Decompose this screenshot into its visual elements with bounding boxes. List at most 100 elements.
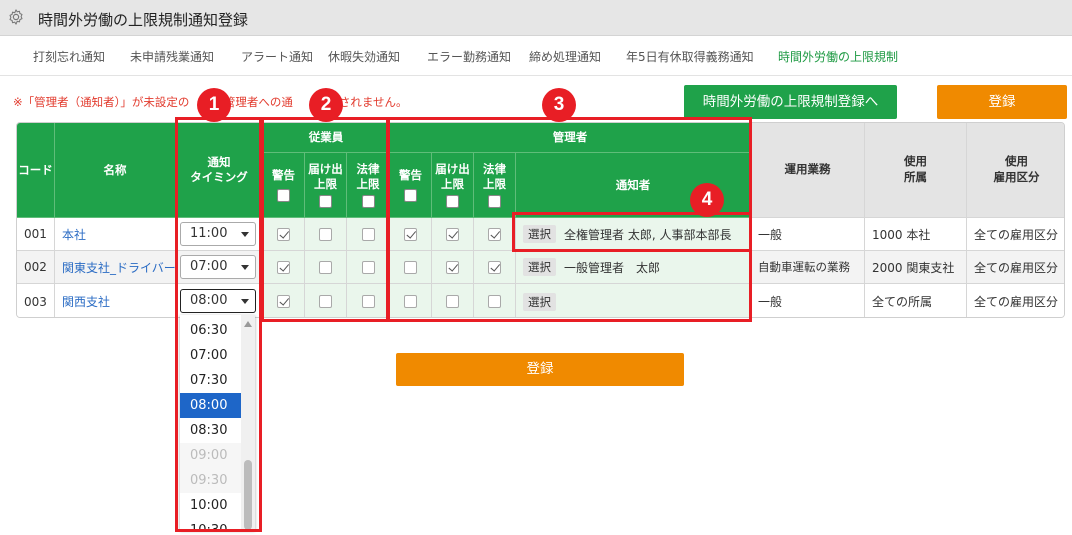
annotation-badge-2: 2: [309, 88, 343, 122]
row3-emp-legal-checkbox[interactable]: [361, 295, 375, 308]
tab-error-attendance[interactable]: エラー勤務通知: [427, 48, 511, 65]
select-all-mgr-legal-checkbox[interactable]: [488, 194, 501, 208]
row2-mgr-notify-checkbox[interactable]: [446, 260, 459, 274]
row1-mgr-notify-checkbox[interactable]: [446, 227, 459, 241]
row3-emp-warning-checkbox[interactable]: [277, 295, 290, 308]
header-name: 名称: [55, 123, 176, 218]
dropdown-option[interactable]: 08:30: [180, 418, 241, 443]
tab-leave-expiry[interactable]: 休暇失効通知: [328, 48, 400, 65]
select-all-emp-notify-checkbox[interactable]: [319, 194, 332, 208]
tab-five-day-leave[interactable]: 年5日有休取得義務通知: [626, 48, 754, 65]
row3-name-cell: 関西支社: [55, 284, 176, 317]
dropdown-option[interactable]: 10:30: [180, 518, 241, 530]
dropdown-option[interactable]: 10:00: [180, 493, 241, 518]
row1-emp-warning-checkbox[interactable]: [277, 227, 290, 241]
header-mgr-warning-label: 警告: [399, 167, 422, 182]
settings-table: コード 名称 通知 タイミング 従業員 管理者 運用業務 使用 所属 使用 雇用…: [16, 122, 1065, 318]
header-emp-legal-label: 法律 上限: [356, 162, 380, 191]
header-emp-warning: 警告: [263, 153, 305, 218]
row1-code: 001: [17, 218, 55, 251]
row1-mgr-legal-checkbox[interactable]: [488, 227, 501, 241]
row1-name-link[interactable]: 本社: [62, 226, 86, 243]
row2-timing-select[interactable]: 07:00: [180, 255, 256, 279]
row3-timing-select[interactable]: 08:00: [180, 289, 256, 313]
dropdown-scrollbar[interactable]: [241, 315, 255, 530]
row1-org: 1000 本社: [865, 218, 967, 251]
annotation-badge-3: 3: [542, 88, 576, 122]
header-emp-notify: 届け出 上限: [305, 153, 347, 218]
row1-notifier-text: 全権管理者 太郎, 人事部本部長: [564, 227, 732, 242]
select-all-mgr-warning-checkbox[interactable]: [404, 189, 417, 203]
row1-emp-legal-checkbox[interactable]: [361, 227, 375, 241]
row2-select-button[interactable]: 選択: [523, 258, 556, 276]
tab-punch-forget[interactable]: 打刻忘れ通知: [33, 48, 105, 65]
row1-select-button[interactable]: 選択: [523, 225, 556, 243]
row2-timing-value: 07:00: [190, 259, 228, 274]
row3-name-link[interactable]: 関西支社: [62, 293, 110, 310]
header-timing-line2: タイミング: [190, 170, 248, 184]
scrollbar-thumb[interactable]: [244, 460, 252, 530]
row1-mgr-warning-checkbox[interactable]: [404, 227, 417, 241]
row2-timing-cell: 07:00: [176, 251, 263, 284]
dropdown-option[interactable]: 07:30: [180, 368, 241, 393]
select-all-emp-legal-checkbox[interactable]: [361, 194, 375, 208]
row2-emp-legal-cell: [347, 251, 390, 284]
row2-mgr-warning-checkbox[interactable]: [404, 260, 417, 274]
row3-mgr-notify-checkbox[interactable]: [446, 295, 459, 308]
register-button-top[interactable]: 登録: [937, 85, 1067, 119]
header-emp-legal: 法律 上限: [347, 153, 390, 218]
gear-icon[interactable]: [7, 8, 25, 26]
dropdown-option-disabled: 09:30: [180, 468, 241, 493]
tab-alert[interactable]: アラート通知: [241, 48, 313, 65]
row3-notifier-cell: 選択: [516, 284, 751, 317]
dropdown-option[interactable]: 07:00: [180, 343, 241, 368]
row1-mgr-legal-cell: [474, 218, 516, 251]
header-employee-group: 従業員: [263, 123, 390, 153]
row2-emp-warning-checkbox[interactable]: [277, 260, 290, 274]
header-business: 運用業務: [751, 123, 865, 218]
dropdown-option-selected[interactable]: 08:00: [180, 393, 241, 418]
chevron-down-icon: [241, 299, 249, 304]
row2-emp-legal-checkbox[interactable]: [361, 260, 375, 274]
row1-emp-notify-checkbox[interactable]: [319, 227, 332, 241]
annotation-badge-4: 4: [690, 183, 724, 217]
row3-mgr-legal-cell: [474, 284, 516, 317]
row3-mgr-legal-checkbox[interactable]: [488, 295, 501, 308]
row3-emp-notify-checkbox[interactable]: [319, 295, 332, 308]
chevron-down-icon: [241, 232, 249, 237]
tab-closing[interactable]: 締め処理通知: [529, 48, 601, 65]
dropdown-option[interactable]: 06:30: [180, 318, 241, 343]
tab-unapplied-overtime[interactable]: 未申請残業通知: [130, 48, 214, 65]
row2-emp-notify-checkbox[interactable]: [319, 260, 332, 274]
row2-mgr-legal-checkbox[interactable]: [488, 260, 501, 274]
row3-mgr-notify-cell: [432, 284, 474, 317]
header-emp-warning-label: 警告: [272, 167, 295, 182]
select-all-emp-warning-checkbox[interactable]: [277, 189, 290, 203]
tab-overtime-limit[interactable]: 時間外労働の上限規制: [778, 48, 898, 65]
row3-code: 003: [17, 284, 55, 317]
annotation-badge-1: 1: [197, 88, 231, 122]
page-title: 時間外労働の上限規制通知登録: [38, 11, 249, 29]
row1-notifier-cell: 選択 全権管理者 太郎, 人事部本部長: [516, 218, 751, 251]
row2-name-link[interactable]: 関東支社_ドライバー: [62, 259, 175, 276]
select-all-mgr-notify-checkbox[interactable]: [446, 194, 459, 208]
header-org: 使用 所属: [865, 123, 967, 218]
row2-employment-type: 全ての雇用区分: [967, 251, 1064, 284]
title-bar: 時間外労働の上限規制通知登録: [0, 0, 1072, 36]
header-mgr-legal: 法律 上限: [474, 153, 516, 218]
row1-timing-value: 11:00: [190, 226, 228, 241]
row3-mgr-warning-checkbox[interactable]: [404, 295, 417, 308]
row2-name-cell: 関東支社_ドライバー: [55, 251, 176, 284]
row2-notifier-text: 一般管理者 太郎: [564, 260, 661, 275]
row3-emp-legal-cell: [347, 284, 390, 317]
header-timing: 通知 タイミング: [176, 123, 263, 218]
row1-name-cell: 本社: [55, 218, 176, 251]
row2-org: 2000 関東支社: [865, 251, 967, 284]
row3-business: 一般: [751, 284, 865, 317]
row1-timing-select[interactable]: 11:00: [180, 222, 256, 246]
register-limit-button[interactable]: 時間外労働の上限規制登録へ: [684, 85, 897, 119]
register-button-bottom[interactable]: 登録: [396, 353, 684, 386]
chevron-up-icon[interactable]: [244, 321, 252, 327]
row3-select-button[interactable]: 選択: [523, 292, 556, 311]
header-mgr-warning: 警告: [390, 153, 432, 218]
